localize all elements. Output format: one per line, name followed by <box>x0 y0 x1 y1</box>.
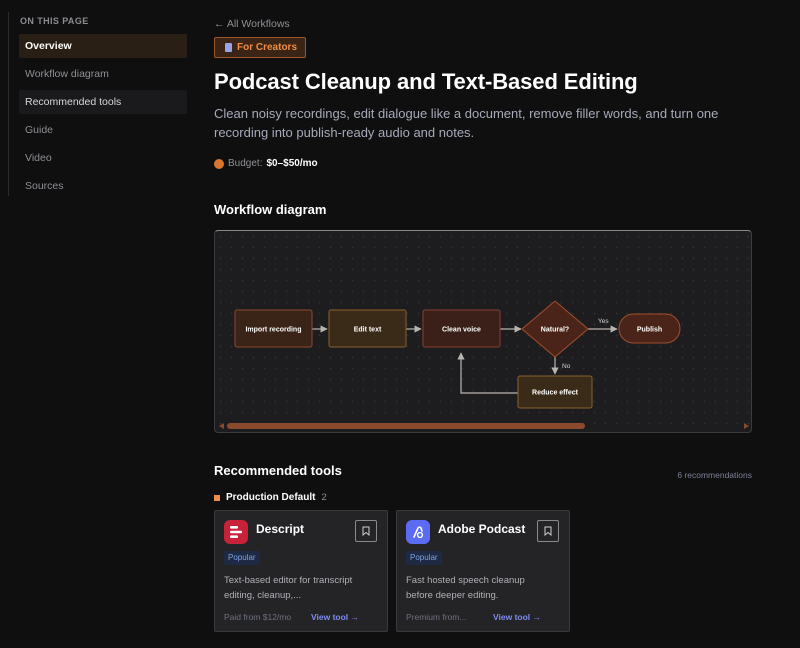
money-bag-icon <box>214 158 224 169</box>
workflow-diagram-heading: Workflow diagram <box>214 202 327 217</box>
node-clean-voice[interactable]: Clean voice <box>422 309 501 348</box>
bookmark-icon <box>544 526 552 536</box>
toc-item-workflow-diagram[interactable]: Workflow diagram <box>19 62 187 86</box>
toc-item-guide[interactable]: Guide <box>19 118 187 142</box>
adobe-podcast-logo-icon <box>406 520 430 544</box>
recommended-tools-heading: Recommended tools <box>214 463 342 478</box>
toc-item-video[interactable]: Video <box>19 146 187 170</box>
edge-reduce-clean <box>457 352 518 394</box>
popular-tag: Popular <box>224 551 260 565</box>
tool-price: Paid from $12/mo <box>224 612 292 622</box>
toc-item-sources[interactable]: Sources <box>19 174 187 198</box>
node-publish[interactable]: Publish <box>618 313 681 344</box>
page-title: Podcast Cleanup and Text-Based Editing <box>214 69 638 94</box>
node-reduce-effect[interactable]: Reduce effect <box>517 375 593 409</box>
category-badge-label: For Creators <box>237 42 298 53</box>
group-marker-icon <box>214 494 220 501</box>
node-publish-label: Publish <box>637 327 662 334</box>
edge-label-no: No <box>562 363 571 370</box>
bookmark-icon <box>362 526 370 536</box>
toc-item-recommended-tools[interactable]: Recommended tools <box>19 90 187 114</box>
descript-logo-icon <box>224 520 248 544</box>
scroll-right-arrow[interactable] <box>744 423 749 429</box>
tool-card-adobe-podcast[interactable]: Adobe Podcast Popular Fast hosted speech… <box>396 510 570 632</box>
page-subtitle: Clean noisy recordings, edit dialogue li… <box>214 106 719 140</box>
popular-tag: Popular <box>406 551 442 565</box>
toc-heading: ON THIS PAGE <box>20 16 89 26</box>
node-clean-label: Clean voice <box>442 327 481 334</box>
tool-price: Premium from... <box>406 612 467 622</box>
tool-group-count: 2 <box>321 492 327 503</box>
table-of-contents: ON THIS PAGE Overview Workflow diagram R… <box>8 12 190 196</box>
tool-description: Text-based editor for transcript editing… <box>224 575 353 601</box>
node-edit-text[interactable]: Edit text <box>328 309 407 348</box>
tool-name: Descript <box>256 522 305 536</box>
node-edit-label: Edit text <box>354 327 382 334</box>
tool-description: Fast hosted speech cleanup before deeper… <box>406 575 525 601</box>
bookmark-button[interactable] <box>355 520 377 542</box>
tool-name: Adobe Podcast <box>438 522 526 536</box>
recommendations-count: 6 recommendations <box>677 470 752 480</box>
tool-group-header: Production Default 2 <box>214 492 327 503</box>
budget-value: $0–$50/mo <box>266 158 318 169</box>
budget-label: Budget: <box>228 158 263 169</box>
workflow-diagram-canvas: Yes No Import recording Edit text Clean … <box>219 300 749 429</box>
tool-card-descript[interactable]: Descript Popular Text-based editor for t… <box>214 510 388 632</box>
toc-item-overview[interactable]: Overview <box>19 34 187 58</box>
diagram-scrollbar[interactable] <box>219 423 749 429</box>
tool-group-name: Production Default <box>226 492 316 503</box>
node-natural-decision[interactable]: Natural? <box>521 300 589 358</box>
node-reduce-label: Reduce effect <box>532 390 579 397</box>
budget-row: Budget: $0–$50/mo <box>214 158 318 169</box>
category-badge[interactable]: For Creators <box>214 37 307 58</box>
scrollbar-thumb[interactable] <box>227 423 585 429</box>
edge-label-yes: Yes <box>598 318 609 325</box>
clipboard-icon <box>225 43 232 52</box>
node-import-label: Import recording <box>245 327 301 334</box>
bookmark-button[interactable] <box>537 520 559 542</box>
node-natural-label: Natural? <box>541 327 569 334</box>
scroll-left-arrow[interactable] <box>219 423 224 429</box>
node-import-recording[interactable]: Import recording <box>234 309 313 348</box>
view-tool-link[interactable]: View tool → <box>493 612 541 622</box>
workflow-diagram[interactable]: Yes No Import recording Edit text Clean … <box>214 230 752 433</box>
view-tool-link[interactable]: View tool → <box>311 612 359 622</box>
back-to-workflows-link[interactable]: ← All Workflows <box>214 18 290 30</box>
